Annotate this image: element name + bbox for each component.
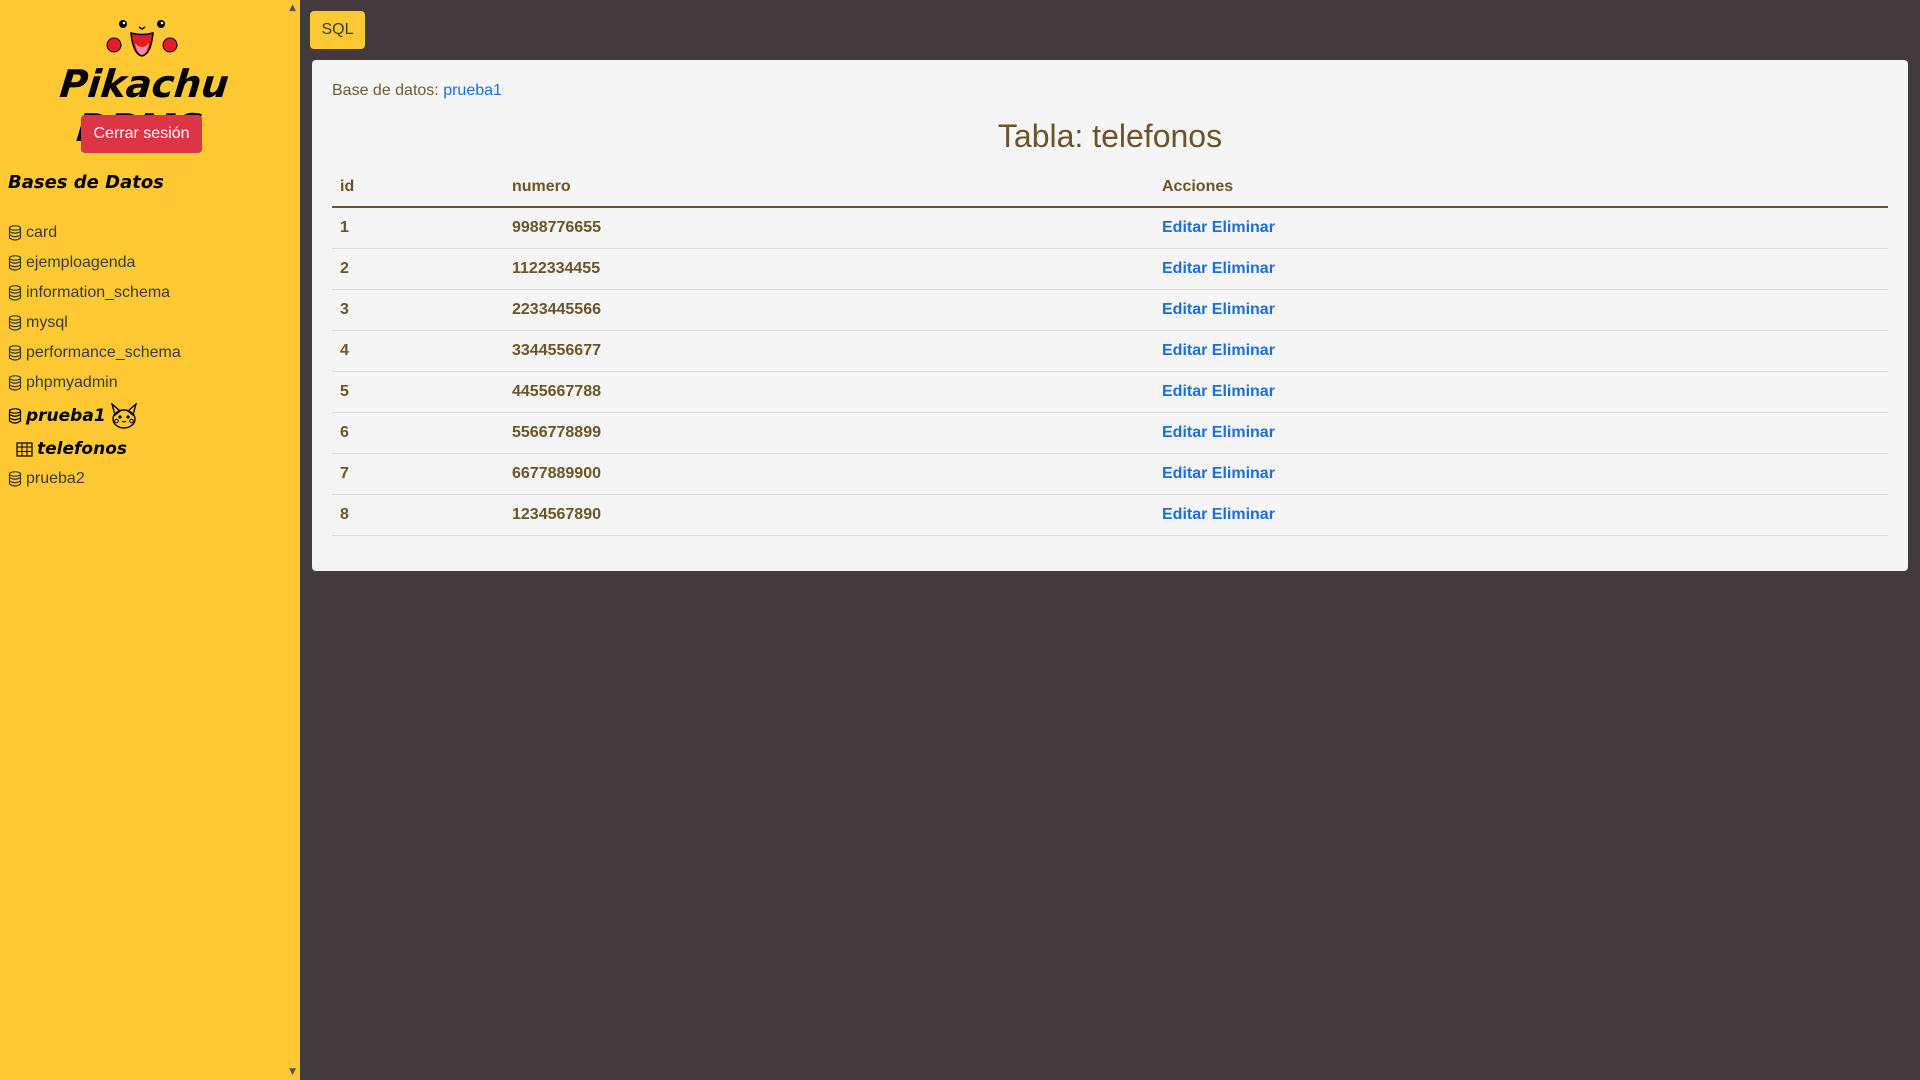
sidebar-db-ejemploagenda[interactable]: ejemploagenda: [8, 248, 181, 278]
database-label: Base de datos:: [332, 82, 439, 99]
cell-actions: Editar Eliminar: [1154, 494, 1888, 536]
sidebar-db-label: information_schema: [26, 284, 171, 301]
scroll-down-arrow-icon[interactable]: ▼: [289, 1067, 296, 1077]
edit-link[interactable]: Editar: [1162, 383, 1207, 400]
column-header-acciones: Acciones: [1154, 167, 1888, 208]
column-header-id: id: [332, 167, 504, 208]
cell-id: 7: [332, 453, 504, 495]
table-card: Base de datos: prueba1 Tabla: telefonos …: [312, 60, 1908, 571]
table-row: 6 5566778899 Editar Eliminar: [332, 412, 1888, 454]
sidebar-db-performance-schema[interactable]: performance_schema: [8, 338, 181, 368]
sidebar-db-label: card: [26, 224, 58, 241]
cell-numero: 4455667788: [504, 371, 1154, 413]
sidebar-db-label: prueba1: [26, 406, 106, 426]
delete-link[interactable]: Eliminar: [1212, 424, 1275, 441]
cell-id: 5: [332, 371, 504, 413]
database-icon: [8, 471, 22, 487]
database-link[interactable]: prueba1: [443, 82, 502, 99]
edit-link[interactable]: Editar: [1162, 506, 1207, 523]
cell-numero: 1234567890: [504, 494, 1154, 536]
edit-link[interactable]: Editar: [1162, 465, 1207, 482]
database-icon: [8, 345, 22, 361]
databases-section-title: Bases de Datos: [8, 172, 164, 193]
delete-link[interactable]: Eliminar: [1212, 383, 1275, 400]
delete-link[interactable]: Eliminar: [1212, 301, 1275, 318]
pikachu-face-logo-icon: [106, 20, 178, 57]
edit-link[interactable]: Editar: [1162, 342, 1207, 359]
sidebar-db-card[interactable]: card: [8, 218, 181, 248]
table-row: 7 6677889900 Editar Eliminar: [332, 453, 1888, 495]
sidebar-db-information-schema[interactable]: information_schema: [8, 278, 181, 308]
sidebar-db-prueba1[interactable]: prueba1: [8, 398, 181, 434]
cell-actions: Editar Eliminar: [1154, 330, 1888, 372]
sql-button[interactable]: SQL: [310, 11, 365, 49]
data-table: id numero Acciones 1 9988776655 Editar E…: [332, 167, 1888, 536]
cell-numero: 9988776655: [504, 207, 1154, 249]
sidebar-db-prueba2[interactable]: prueba2: [8, 464, 181, 494]
sidebar-db-label: phpmyadmin: [26, 374, 118, 391]
column-header-numero: numero: [504, 167, 1154, 208]
cell-numero: 3344556677: [504, 330, 1154, 372]
database-icon: [8, 255, 22, 271]
current-database-line: Base de datos: prueba1: [332, 82, 502, 100]
delete-link[interactable]: Eliminar: [1212, 260, 1275, 277]
sidebar-db-mysql[interactable]: mysql: [8, 308, 181, 338]
pikachu-icon: [110, 403, 137, 429]
table-row: 2 1122334455 Editar Eliminar: [332, 248, 1888, 290]
cell-numero: 5566778899: [504, 412, 1154, 454]
table-row: 1 9988776655 Editar Eliminar: [332, 207, 1888, 249]
sidebar-table-telefonos[interactable]: telefonos: [8, 434, 181, 464]
table-title: Tabla: telefonos: [997, 118, 1223, 154]
cell-actions: Editar Eliminar: [1154, 453, 1888, 495]
cell-actions: Editar Eliminar: [1154, 289, 1888, 331]
sidebar-db-label: mysql: [26, 314, 68, 331]
delete-link[interactable]: Eliminar: [1212, 342, 1275, 359]
database-icon: [8, 408, 22, 424]
cell-actions: Editar Eliminar: [1154, 412, 1888, 454]
edit-link[interactable]: Editar: [1162, 301, 1207, 318]
scroll-up-arrow-icon[interactable]: ▲: [289, 3, 296, 13]
edit-link[interactable]: Editar: [1162, 260, 1207, 277]
cell-numero: 6677889900: [504, 453, 1154, 495]
table-row: 5 4455667788 Editar Eliminar: [332, 371, 1888, 413]
sidebar-db-label: performance_schema: [26, 344, 181, 361]
sidebar-db-label: prueba2: [26, 470, 85, 487]
table-row: 4 3344556677 Editar Eliminar: [332, 330, 1888, 372]
table-header-row: id numero Acciones: [332, 167, 1888, 208]
table-row: 8 1234567890 Editar Eliminar: [332, 494, 1888, 536]
cell-actions: Editar Eliminar: [1154, 248, 1888, 290]
delete-link[interactable]: Eliminar: [1212, 219, 1275, 236]
cell-id: 4: [332, 330, 504, 372]
edit-link[interactable]: Editar: [1162, 219, 1207, 236]
table-icon: [16, 441, 33, 457]
delete-link[interactable]: Eliminar: [1212, 465, 1275, 482]
database-list: card ejemploagenda information_schema my…: [8, 218, 181, 494]
cell-id: 3: [332, 289, 504, 331]
edit-link[interactable]: Editar: [1162, 424, 1207, 441]
cell-id: 8: [332, 494, 504, 536]
logout-button[interactable]: Cerrar sesión: [81, 115, 202, 153]
database-icon: [8, 315, 22, 331]
sidebar-db-label: ejemploagenda: [26, 254, 136, 271]
cell-numero: 1122334455: [504, 248, 1154, 290]
sidebar-table-label: telefonos: [37, 439, 127, 459]
cell-id: 6: [332, 412, 504, 454]
cell-id: 2: [332, 248, 504, 290]
cell-actions: Editar Eliminar: [1154, 207, 1888, 249]
delete-link[interactable]: Eliminar: [1212, 506, 1275, 523]
cell-id: 1: [332, 207, 504, 249]
sidebar: ▲ ▼ Pikachu DBMS Cerrar sesión Bases de …: [0, 0, 300, 1080]
database-icon: [8, 285, 22, 301]
database-icon: [8, 375, 22, 391]
table-row: 3 2233445566 Editar Eliminar: [332, 289, 1888, 331]
cell-numero: 2233445566: [504, 289, 1154, 331]
database-icon: [8, 225, 22, 241]
cell-actions: Editar Eliminar: [1154, 371, 1888, 413]
sidebar-db-phpmyadmin[interactable]: phpmyadmin: [8, 368, 181, 398]
